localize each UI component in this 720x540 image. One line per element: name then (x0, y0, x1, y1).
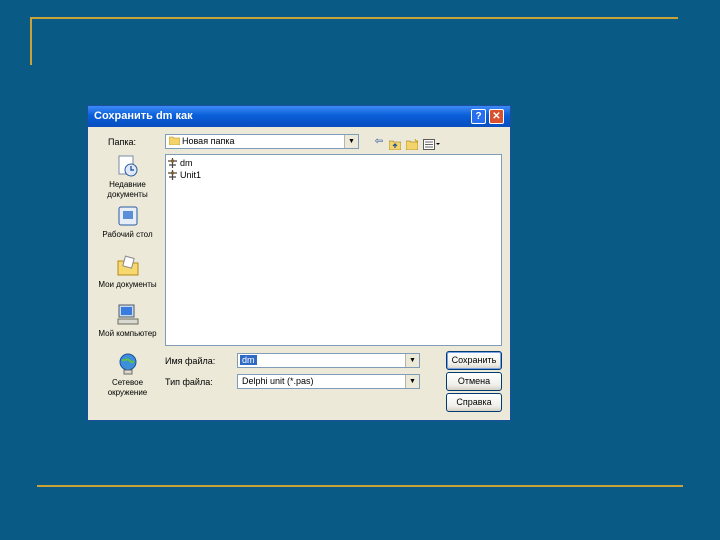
new-folder-icon[interactable] (405, 137, 420, 155)
file-list[interactable]: dm Unit1 (165, 154, 502, 346)
desktop-icon (118, 206, 137, 226)
project-file-icon (168, 170, 177, 180)
place-desktop[interactable]: Рабочий стол (93, 204, 162, 240)
my-documents-icon (117, 255, 138, 276)
filetype-label: Тип файла: (165, 377, 213, 387)
folder-label: Папка: (108, 137, 136, 147)
filename-label: Имя файла: (165, 356, 216, 366)
list-item[interactable]: Unit1 (168, 169, 201, 181)
place-network[interactable]: Сетевое окружение (93, 352, 162, 398)
file-name: Unit1 (180, 170, 202, 180)
recent-documents-icon (118, 155, 137, 177)
place-label: Мои документы (98, 280, 157, 289)
close-button[interactable]: ✕ (489, 109, 504, 124)
place-my-documents[interactable]: Мои документы (93, 254, 162, 290)
help-title-button[interactable]: ? (471, 109, 486, 124)
dialog-title: Сохранить dm как (94, 110, 193, 122)
folder-icon (168, 136, 181, 146)
title-bar: Сохранить dm как ? ✕ (88, 106, 510, 127)
view-menu-icon[interactable] (423, 137, 441, 155)
place-label: Рабочий стол (102, 230, 153, 239)
save-button[interactable]: Сохранить (446, 351, 502, 370)
top-decor-line (30, 17, 678, 19)
save-as-dialog: Сохранить dm как ? ✕ Папка: Новая папка … (88, 106, 510, 420)
help-button[interactable]: Справка (446, 393, 502, 412)
filetype-value: Delphi unit (*.pas) (242, 376, 314, 386)
chevron-down-icon[interactable]: ▼ (405, 354, 419, 367)
up-folder-icon[interactable] (388, 137, 402, 155)
filetype-select[interactable]: Delphi unit (*.pas) ▼ (237, 374, 420, 389)
left-decor-line (30, 17, 32, 65)
list-item[interactable]: dm (168, 157, 193, 169)
place-label: Недавние документы (107, 180, 148, 199)
project-file-icon (168, 158, 177, 168)
cancel-button[interactable]: Отмена (446, 372, 502, 391)
filename-value: dm (240, 355, 257, 365)
bottom-decor-line (37, 485, 683, 487)
network-places-icon (119, 353, 136, 375)
place-my-computer[interactable]: Мой компьютер (93, 303, 162, 339)
chevron-down-icon[interactable]: ▼ (405, 375, 419, 388)
filename-input[interactable]: dm ▼ (237, 353, 420, 368)
place-recent-documents[interactable]: Недавние документы (93, 154, 162, 200)
place-label: Мой компьютер (98, 329, 157, 338)
folder-value: Новая папка (182, 136, 235, 146)
file-name: dm (180, 158, 193, 168)
chevron-down-icon[interactable]: ▼ (344, 135, 358, 148)
place-label: Сетевое окружение (107, 378, 148, 397)
back-icon[interactable]: ⇦ (372, 136, 386, 148)
my-computer-icon (117, 304, 138, 325)
folder-select[interactable]: Новая папка ▼ (165, 134, 359, 149)
